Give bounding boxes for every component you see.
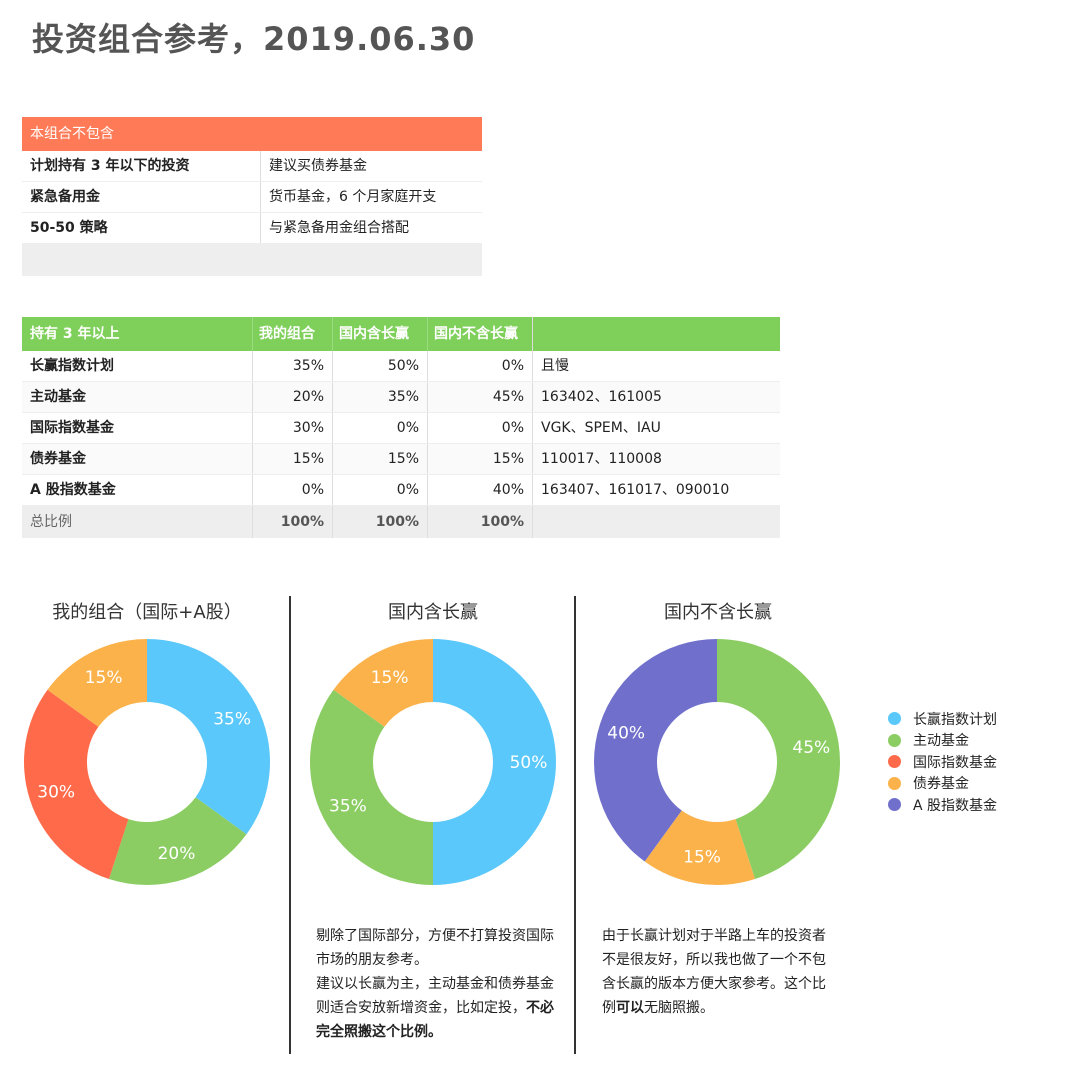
slice-label: 30% bbox=[37, 783, 75, 803]
row-name: 主动基金 bbox=[30, 389, 86, 405]
total-mine: 100% bbox=[252, 506, 332, 538]
row-name: A 股指数基金 bbox=[30, 482, 116, 498]
row-mine: 35% bbox=[252, 351, 332, 381]
page-title: 投资组合参考，2019.06.30 bbox=[32, 20, 476, 58]
divider bbox=[574, 596, 576, 1054]
donut-slice bbox=[310, 689, 433, 885]
legend-label: 国际指数基金 bbox=[913, 754, 997, 771]
table-footer bbox=[22, 244, 482, 276]
table-row: 债券基金 15% 15% 15% 110017、110008 bbox=[22, 444, 780, 475]
row-domestic-ex: 0% bbox=[427, 413, 532, 443]
note-bold: 可以 bbox=[616, 1000, 644, 1016]
excluded-table: 本组合不包含 计划持有 3 年以下的投资 建议买债券基金 紧急备用金 货币基金，… bbox=[22, 117, 482, 276]
row-item: 50-50 策略 bbox=[22, 213, 261, 243]
table-row: 国际指数基金 30% 0% 0% VGK、SPEM、IAU bbox=[22, 413, 780, 444]
legend-item: 主动基金 bbox=[888, 730, 997, 752]
header-domestic: 国内含长赢 bbox=[332, 317, 427, 351]
chart-legend: 长赢指数计划 主动基金国际指数基金 债券基金 A 股指数基金 bbox=[888, 708, 997, 816]
legend-label: 长赢指数计划 bbox=[913, 711, 997, 728]
row-note: 与紧急备用金组合搭配 bbox=[269, 220, 409, 236]
row-mine: 0% bbox=[252, 475, 332, 505]
slice-label: 15% bbox=[371, 668, 409, 688]
row-domestic-ex: 40% bbox=[427, 475, 532, 505]
total-label: 总比例 bbox=[30, 514, 72, 530]
table-row: 主动基金 20% 35% 45% 163402、161005 bbox=[22, 382, 780, 413]
table-row: 50-50 策略 与紧急备用金组合搭配 bbox=[22, 213, 482, 244]
donut-chart-domestic-ex: 45% 15% 40% bbox=[594, 639, 840, 885]
legend-swatch bbox=[888, 712, 901, 726]
row-note: VGK、SPEM、IAU bbox=[532, 413, 780, 443]
row-note: 163407、161017、090010 bbox=[532, 475, 780, 505]
row-mine: 15% bbox=[252, 444, 332, 474]
legend-label: 主动基金 bbox=[913, 733, 969, 750]
legend-swatch bbox=[888, 755, 901, 769]
donut-slice bbox=[147, 639, 270, 835]
table-row: 长赢指数计划 35% 50% 0% 且慢 bbox=[22, 351, 780, 382]
row-note: 货币基金，6 个月家庭开支 bbox=[269, 189, 437, 205]
legend-item: 长赢指数计划 bbox=[888, 708, 997, 730]
legend-swatch bbox=[888, 798, 901, 812]
table-row: 紧急备用金 货币基金，6 个月家庭开支 bbox=[22, 182, 482, 213]
holdings-table: 持有 3 年以上 我的组合 国内含长赢 国内不含长赢 长赢指数计划 35% 50% 0… bbox=[22, 317, 780, 538]
slice-label: 15% bbox=[683, 847, 721, 867]
donut-chart-domestic: 50% 35% 15% bbox=[310, 639, 556, 885]
slice-label: 35% bbox=[329, 796, 367, 816]
slice-label: 40% bbox=[607, 723, 645, 743]
divider bbox=[289, 596, 291, 1054]
total-domestic-ex: 100% bbox=[427, 506, 532, 538]
row-domestic: 0% bbox=[332, 413, 427, 443]
row-item: 计划持有 3 年以下的投资 bbox=[22, 151, 261, 181]
chart-title-domestic-ex: 国内不含长赢 bbox=[664, 602, 772, 623]
row-domestic: 50% bbox=[332, 351, 427, 381]
row-name: 长赢指数计划 bbox=[30, 358, 114, 374]
chart-title-domestic: 国内含长赢 bbox=[388, 602, 478, 623]
row-mine: 30% bbox=[252, 413, 332, 443]
row-domestic: 35% bbox=[332, 382, 427, 412]
row-note: 建议买债券基金 bbox=[269, 158, 367, 174]
total-domestic: 100% bbox=[332, 506, 427, 538]
note-text: 建议以长赢为主，主动基金和债券基金则适合安放新增资金，比如定投， bbox=[316, 976, 554, 1016]
row-domestic-ex: 15% bbox=[427, 444, 532, 474]
legend-item: 国际指数基金 bbox=[888, 751, 997, 773]
header-mine: 我的组合 bbox=[252, 317, 332, 351]
header-note bbox=[532, 317, 780, 351]
row-domestic-ex: 45% bbox=[427, 382, 532, 412]
row-mine: 20% bbox=[252, 382, 332, 412]
row-domestic-ex: 0% bbox=[427, 351, 532, 381]
slice-label: 45% bbox=[792, 738, 830, 758]
row-domestic: 0% bbox=[332, 475, 427, 505]
legend-swatch bbox=[888, 776, 901, 790]
note-domestic-ex: 由于长赢计划对于半路上车的投资者不是很友好，所以我也做了一个不包含长赢的版本方便… bbox=[602, 924, 838, 1020]
note-text: 剔除了国际部分，方便不打算投资国际市场的朋友参考。 bbox=[316, 928, 554, 968]
legend-item: 债券基金 bbox=[888, 773, 997, 795]
row-note: 163402、161005 bbox=[532, 382, 780, 412]
note-text: 无脑照搬。 bbox=[644, 1000, 714, 1016]
row-note: 且慢 bbox=[532, 351, 780, 381]
header-domestic-ex: 国内不含长赢 bbox=[427, 317, 532, 351]
note-domestic: 剔除了国际部分，方便不打算投资国际市场的朋友参考。 建议以长赢为主，主动基金和债… bbox=[316, 924, 554, 1044]
donut-chart-mine: 35% 20% 30% 15% bbox=[23, 639, 270, 885]
slice-label: 15% bbox=[85, 668, 123, 688]
legend-label: A 股指数基金 bbox=[913, 797, 998, 814]
total-note bbox=[532, 506, 780, 538]
slice-label: 35% bbox=[213, 710, 251, 730]
header-holding: 持有 3 年以上 bbox=[30, 326, 120, 342]
row-note: 110017、110008 bbox=[532, 444, 780, 474]
total-row: 总比例 100% 100% 100% bbox=[22, 506, 780, 538]
legend-swatch bbox=[888, 733, 901, 747]
slice-label: 20% bbox=[158, 844, 196, 864]
row-domestic: 15% bbox=[332, 444, 427, 474]
row-item: 紧急备用金 bbox=[22, 182, 261, 212]
legend-label: 债券基金 bbox=[913, 776, 969, 793]
row-name: 债券基金 bbox=[30, 451, 86, 467]
table-row: 计划持有 3 年以下的投资 建议买债券基金 bbox=[22, 151, 482, 182]
legend-item: A 股指数基金 bbox=[888, 794, 997, 816]
table-row: A 股指数基金 0% 0% 40% 163407、161017、090010 bbox=[22, 475, 780, 506]
holdings-table-header: 持有 3 年以上 我的组合 国内含长赢 国内不含长赢 bbox=[22, 317, 780, 351]
row-name: 国际指数基金 bbox=[30, 420, 114, 436]
chart-title-mine: 我的组合（国际+A股） bbox=[52, 602, 242, 623]
excluded-table-header: 本组合不包含 bbox=[22, 117, 482, 151]
slice-label: 50% bbox=[510, 753, 548, 773]
